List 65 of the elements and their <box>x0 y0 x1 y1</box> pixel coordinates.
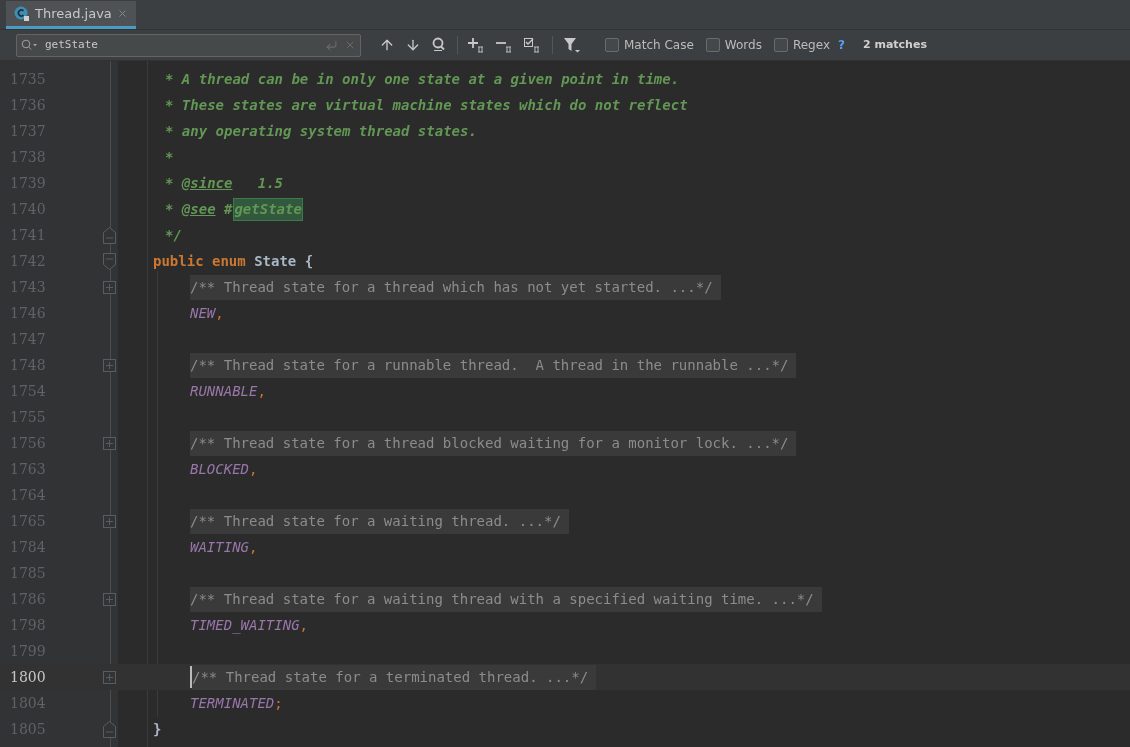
file-tab[interactable]: Thread.java <box>6 1 136 29</box>
enum-constant: TERMINATED <box>190 693 275 713</box>
enum-constant: NEW <box>190 303 216 323</box>
previous-match-icon[interactable] <box>379 37 395 53</box>
expand-icon[interactable] <box>103 592 116 606</box>
expand-icon[interactable] <box>103 358 116 372</box>
enum-constant: RUNNABLE <box>190 381 258 401</box>
text-caret <box>190 666 192 688</box>
class-icon <box>14 5 30 22</box>
checkbox[interactable] <box>605 38 619 52</box>
search-input[interactable]: getState <box>45 36 319 54</box>
tab-label: Thread.java <box>35 4 112 23</box>
doc-comment: 1.5 <box>256 173 283 193</box>
punctuation: , <box>215 303 224 323</box>
doc-comment: * <box>165 147 174 167</box>
folded-comment[interactable]: /** Thread state for a thread blocked waiting for a monitor lock. ...*/ <box>190 430 797 456</box>
enum-constant: WAITING <box>190 537 249 557</box>
next-match-icon[interactable] <box>405 37 421 53</box>
clear-icon[interactable] <box>344 39 356 51</box>
checkbox[interactable] <box>705 38 720 52</box>
folded-comment[interactable]: /** Thread state for a runnable thread. A thread in the runnable ...*/ <box>190 352 797 378</box>
folded-comment[interactable]: /** Thread state for a thread which has not yet started. ...*/ <box>190 274 721 300</box>
doc-comment: * A thread can be in only one state at a given point in time. <box>165 69 680 89</box>
doc-comment: * <box>165 173 175 193</box>
folded-comment[interactable]: /** Thread state for a waiting thread with a specified waiting time. ...*/ <box>190 586 822 612</box>
option-label: Words <box>724 37 762 54</box>
doc-comment: # <box>223 199 233 219</box>
enum-constant: TIMED_WAITING <box>190 615 300 636</box>
expand-icon[interactable] <box>103 436 116 450</box>
enum-constant: BLOCKED <box>190 459 249 479</box>
collapse-icon[interactable] <box>103 252 116 270</box>
filter-icon[interactable] <box>563 37 581 53</box>
identifier: } <box>153 719 162 739</box>
doc-tag: @see <box>181 198 216 220</box>
search-match: getState <box>234 198 302 220</box>
folded-comment[interactable]: /** Thread state for a waiting thread. ...*/ <box>190 508 569 534</box>
option-label: Regex <box>792 37 830 54</box>
enter-icon <box>325 38 338 52</box>
punctuation: ; <box>274 693 283 713</box>
doc-comment: * any operating system thread states. <box>165 121 477 141</box>
doc-comment: * <box>165 199 175 219</box>
expand-icon[interactable] <box>103 670 116 684</box>
keyword: public enum <box>153 251 247 271</box>
select-all-occurrences-icon[interactable] <box>524 37 542 53</box>
doc-comment: * These states are virtual machine states which do not reflect <box>165 95 688 115</box>
punctuation: , <box>257 381 266 401</box>
doc-tag: @since <box>181 172 233 194</box>
punctuation: , <box>249 537 258 557</box>
search-field[interactable]: getState <box>16 33 361 57</box>
close-icon[interactable] <box>116 8 128 19</box>
folded-comment[interactable]: /** Thread state for a terminated thread. ...*/ <box>192 664 597 690</box>
punctuation: , <box>299 615 308 635</box>
doc-comment: */ <box>165 225 182 245</box>
match-count: 2 matches <box>862 36 927 53</box>
line-number: 1800 <box>9 667 47 687</box>
checkbox[interactable] <box>773 38 788 52</box>
identifier: State { <box>254 251 314 271</box>
add-occurrence-icon[interactable] <box>468 37 486 53</box>
search-icon[interactable] <box>21 39 39 51</box>
find-all-icon[interactable] <box>431 37 447 53</box>
option-label: Match Case <box>624 37 694 54</box>
help-link[interactable]: ? <box>838 36 845 54</box>
expand-icon[interactable] <box>103 514 116 528</box>
expand-icon[interactable] <box>103 280 116 294</box>
punctuation: , <box>249 459 258 479</box>
